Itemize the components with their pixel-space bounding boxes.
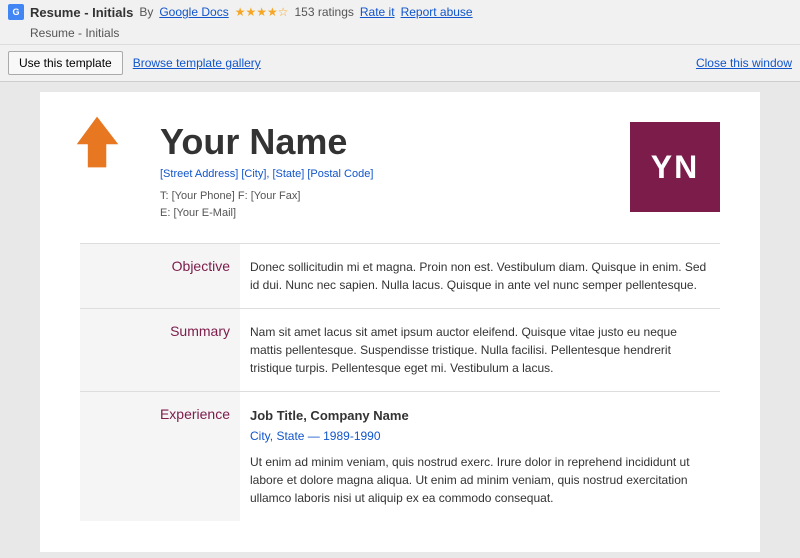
resume-name: Your Name — [160, 122, 373, 162]
star-rating: ★★★★☆ — [235, 5, 289, 19]
resume-identity: Your Name [Street Address] [City], [Stat… — [160, 122, 373, 223]
resume-contact: T: [Your Phone] F: [Your Fax] E: [Your E… — [160, 188, 373, 223]
summary-label: Summary — [80, 308, 240, 391]
job-title: Job Title, Company Name — [250, 406, 710, 426]
initials-box: YN — [630, 122, 720, 212]
ratings-count: 153 ratings — [295, 5, 354, 19]
resume-sections-table: Objective Donec sollicitudin mi et magna… — [80, 243, 720, 522]
table-row: Objective Donec sollicitudin mi et magna… — [80, 243, 720, 308]
browse-gallery-link[interactable]: Browse template gallery — [133, 56, 261, 70]
title-row: G Resume - Initials By Google Docs ★★★★☆… — [8, 4, 792, 20]
rate-link[interactable]: Rate it — [360, 5, 395, 19]
resume-address: [Street Address] [City], [State] [Postal… — [160, 168, 373, 180]
close-window-link[interactable]: Close this window — [696, 56, 792, 70]
table-row: Experience Job Title, Company Name City,… — [80, 391, 720, 521]
report-abuse-link[interactable]: Report abuse — [401, 5, 473, 19]
summary-content: Nam sit amet lacus sit amet ipsum auctor… — [240, 308, 720, 391]
subtitle-text: Resume - Initials — [8, 26, 119, 40]
job-description: Ut enim ad minim veniam, quis nostrud ex… — [250, 453, 710, 507]
email-line: E: [Your E-Mail] — [160, 207, 236, 219]
experience-content: Job Title, Company Name City, State — 19… — [240, 391, 720, 521]
document-page: Your Name [Street Address] [City], [Stat… — [40, 92, 760, 552]
resume-header: Your Name [Street Address] [City], [Stat… — [160, 122, 720, 223]
top-bar: G Resume - Initials By Google Docs ★★★★☆… — [0, 0, 800, 45]
use-template-button[interactable]: Use this template — [8, 51, 123, 75]
by-text: By — [139, 5, 153, 19]
action-bar: Use this template Browse template galler… — [0, 45, 800, 82]
table-row: Summary Nam sit amet lacus sit amet ipsu… — [80, 308, 720, 391]
objective-content: Donec sollicitudin mi et magna. Proin no… — [240, 243, 720, 308]
phone-line: T: [Your Phone] F: [Your Fax] — [160, 190, 300, 202]
objective-label: Objective — [80, 243, 240, 308]
job-location: City, State — 1989-1990 — [250, 427, 710, 445]
doc-icon: G — [8, 4, 24, 20]
action-left: Use this template Browse template galler… — [8, 51, 261, 75]
page-title: Resume - Initials — [30, 5, 133, 20]
experience-label: Experience — [80, 391, 240, 521]
preview-area: Your Name [Street Address] [City], [Stat… — [0, 82, 800, 558]
author-link[interactable]: Google Docs — [159, 5, 228, 19]
